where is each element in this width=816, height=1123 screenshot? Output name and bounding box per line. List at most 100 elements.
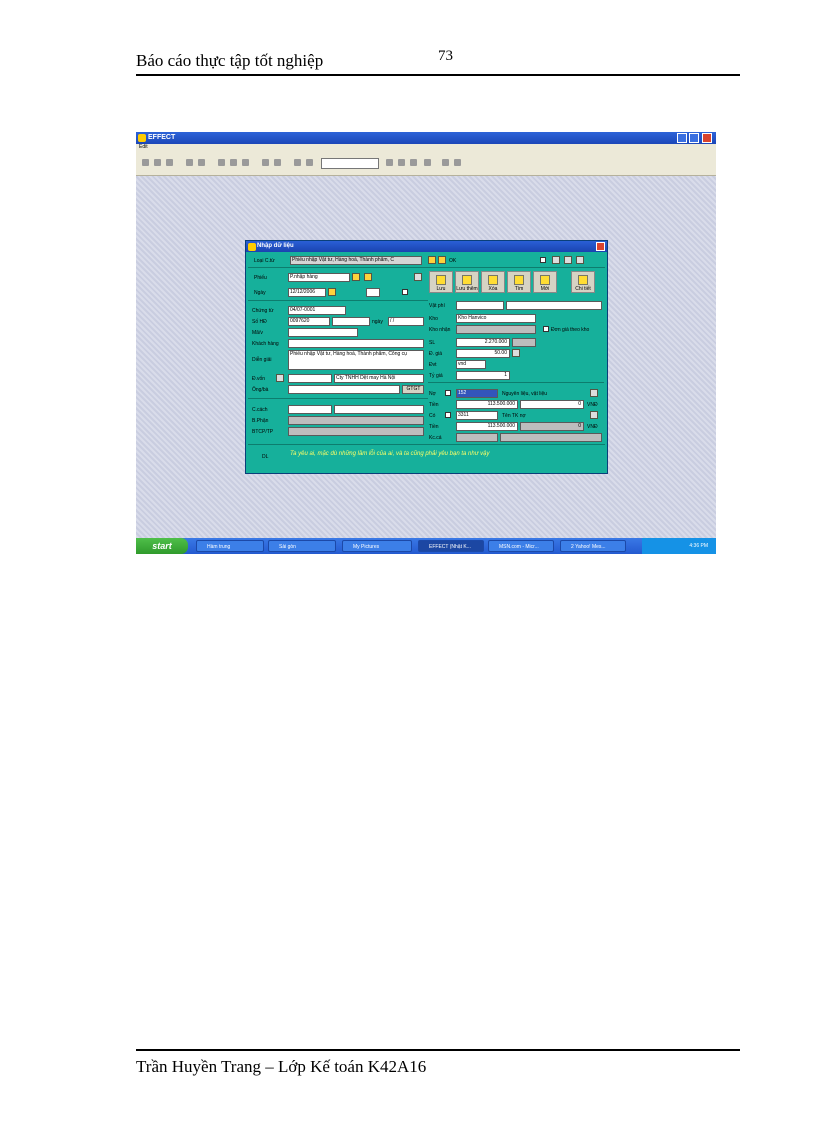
spin-icon[interactable]	[414, 273, 422, 281]
expand-icon[interactable]	[276, 374, 284, 382]
calc-icon[interactable]	[454, 159, 461, 166]
c-cach-name-field[interactable]	[334, 405, 424, 414]
task-item[interactable]: EFFECT (Nhật K...	[418, 540, 484, 552]
chung-tu-field[interactable]: 04/07-0001	[288, 306, 346, 315]
ngay-field[interactable]: 12/12/2006	[288, 288, 326, 297]
zoom-combo[interactable]	[321, 158, 379, 169]
help-icon[interactable]	[424, 159, 431, 166]
xoa-button[interactable]: Xóa	[481, 271, 505, 293]
phieu-select[interactable]: P.nhập hàng	[288, 273, 350, 282]
ong-ba-label: Ông/bà	[252, 387, 269, 393]
dv-code-field[interactable]	[288, 374, 332, 383]
edit-icon[interactable]	[352, 273, 360, 281]
sort-icon[interactable]	[294, 159, 301, 166]
btc-field[interactable]	[288, 427, 424, 436]
tien1-field[interactable]: 113.500.000	[456, 400, 518, 409]
copy-icon[interactable]	[230, 159, 237, 166]
kho-field[interactable]: Kho Hanvico	[456, 314, 536, 323]
co-account-field[interactable]: 3311	[456, 411, 498, 420]
task-item[interactable]: MSN.com - Micr...	[488, 540, 554, 552]
kc-field[interactable]	[456, 433, 498, 442]
maximize-icon[interactable]	[689, 133, 699, 143]
vat-tu-name-field[interactable]	[506, 301, 602, 310]
c-cach-field[interactable]	[288, 405, 332, 414]
task-item[interactable]: Hàm trung	[196, 540, 264, 552]
dialog-close-icon[interactable]	[596, 242, 605, 251]
help-icon[interactable]	[552, 256, 560, 264]
c-cach-label: C.cách	[252, 407, 268, 413]
misc-field[interactable]	[366, 288, 380, 297]
window-icon[interactable]	[398, 159, 405, 166]
tien2-zero-field[interactable]: 0	[520, 422, 584, 431]
dgia-field[interactable]: 50.00	[456, 349, 510, 358]
redo-icon[interactable]	[274, 159, 281, 166]
b-phan-field[interactable]	[288, 416, 424, 425]
vat-tu-code-field[interactable]	[456, 301, 504, 310]
print-icon[interactable]	[364, 273, 372, 281]
dvt-field[interactable]: vnd	[456, 360, 486, 369]
ngay-hd-field[interactable]: / /	[388, 317, 424, 326]
dropdown-icon[interactable]	[564, 256, 572, 264]
system-tray-clock[interactable]: 4:36 PM	[642, 538, 716, 554]
ok-label[interactable]: OK	[449, 258, 456, 264]
flag-checkbox[interactable]	[402, 289, 408, 295]
kc-name-field[interactable]	[500, 433, 602, 442]
expand-icon[interactable]	[590, 389, 598, 397]
print-icon[interactable]	[186, 159, 193, 166]
sl-extra-field[interactable]	[512, 338, 536, 347]
task-item[interactable]: 2 Yahoo! Mes...	[560, 540, 626, 552]
so-hd-extra-field[interactable]	[332, 317, 370, 326]
paste-icon[interactable]	[242, 159, 249, 166]
tools-icon[interactable]	[442, 159, 449, 166]
option-checkbox[interactable]	[540, 257, 546, 263]
preview-icon[interactable]	[198, 159, 205, 166]
dien-giai-field[interactable]: Phiếu nhập Vật tư, Hàng hoá, Thành phẩm,…	[288, 350, 424, 370]
khach-hang-field[interactable]	[288, 339, 424, 348]
no-account-field[interactable]: 152	[456, 389, 498, 398]
tien1-zero-field[interactable]: 0	[520, 400, 584, 409]
expand-icon[interactable]	[590, 411, 598, 419]
gtgt-button[interactable]: GTGT	[402, 385, 424, 394]
save-icon	[436, 275, 446, 285]
expand-icon[interactable]	[512, 349, 520, 357]
vnd-label: VNĐ	[587, 402, 598, 408]
loai-ct-field[interactable]: Phiếu nhập Vật tư, Hàng hoá, Thành phẩm,…	[290, 256, 422, 265]
task-item[interactable]: My Pictures	[342, 540, 412, 552]
so-hd-label: Số HĐ	[252, 319, 267, 325]
save-icon[interactable]	[166, 159, 173, 166]
no-checkbox[interactable]	[445, 390, 451, 396]
chi-tiet-button[interactable]: Chi tiết	[571, 271, 595, 293]
vat-tu-label: Vật phí	[429, 303, 445, 309]
ky-hieu-field[interactable]	[288, 328, 358, 337]
task-item[interactable]: Sài gòn	[268, 540, 336, 552]
kho-nhan-field[interactable]	[456, 325, 536, 334]
new-icon[interactable]	[142, 159, 149, 166]
so-hd-field[interactable]: 0097620	[288, 317, 330, 326]
database-icon[interactable]	[410, 159, 417, 166]
cut-icon[interactable]	[218, 159, 225, 166]
ty-gia-field[interactable]: 1	[456, 371, 510, 380]
open-icon[interactable]	[154, 159, 161, 166]
moi-button[interactable]: Mới	[533, 271, 557, 293]
ong-ba-field[interactable]	[288, 385, 400, 394]
tien2-field[interactable]: 113.500.000	[456, 422, 518, 431]
luu-them-button[interactable]: Lưu thêm	[455, 271, 479, 293]
save-add-icon	[462, 275, 472, 285]
co-checkbox[interactable]	[445, 412, 451, 418]
grid-icon[interactable]	[438, 256, 446, 264]
find-icon[interactable]	[386, 159, 393, 166]
close-icon[interactable]	[702, 133, 712, 143]
tim-button[interactable]: Tìm	[507, 271, 531, 293]
menu-edit[interactable]: Edit	[139, 144, 148, 150]
don-gia-checkbox[interactable]	[543, 326, 549, 332]
minimize-icon[interactable]	[677, 133, 687, 143]
start-button[interactable]: start	[136, 538, 188, 554]
sl-field[interactable]: 2.270.000	[456, 338, 510, 347]
luu-button[interactable]: Lưu	[429, 271, 453, 293]
close-form-icon[interactable]	[576, 256, 584, 264]
undo-icon[interactable]	[262, 159, 269, 166]
filter-icon[interactable]	[306, 159, 313, 166]
list-icon[interactable]	[428, 256, 436, 264]
dv-field[interactable]: Cty TNHH Dệt may Hà Nội	[334, 374, 424, 383]
filter-icon[interactable]	[328, 288, 336, 296]
